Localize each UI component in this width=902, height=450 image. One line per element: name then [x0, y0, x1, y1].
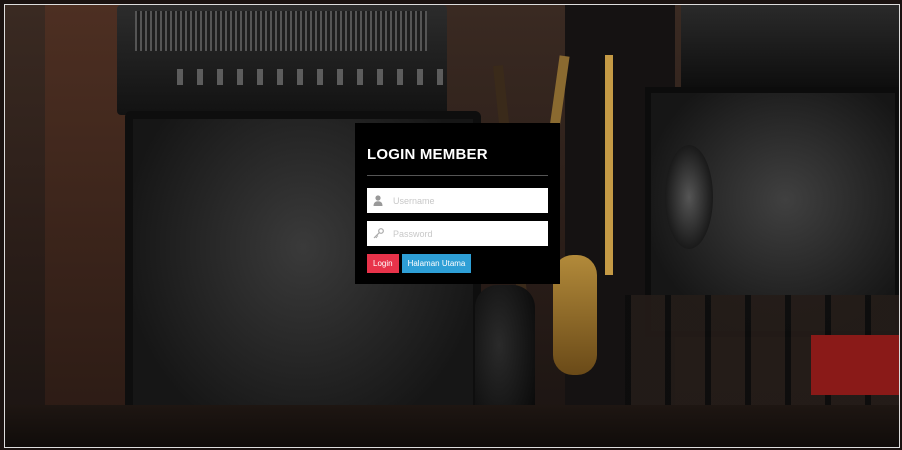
amp-knobs — [177, 69, 447, 85]
username-input[interactable] — [389, 189, 548, 212]
button-row: Login Halaman Utama — [367, 254, 548, 273]
username-field[interactable] — [367, 188, 548, 213]
red-case — [811, 335, 899, 395]
home-button[interactable]: Halaman Utama — [401, 254, 472, 273]
key-icon — [367, 228, 389, 239]
login-button[interactable]: Login — [367, 254, 399, 273]
amplifier-head-right — [681, 5, 899, 87]
speaker-cone — [665, 145, 713, 249]
login-panel: LOGIN MEMBER Login Halaman Utama — [355, 123, 560, 284]
guitar-neck — [605, 55, 613, 275]
password-input[interactable] — [389, 222, 548, 245]
password-field[interactable] — [367, 221, 548, 246]
amp-grill — [135, 11, 427, 51]
user-icon — [367, 195, 389, 206]
floor — [5, 405, 899, 447]
title-divider — [367, 175, 548, 176]
login-title: LOGIN MEMBER — [367, 146, 488, 163]
amplifier-head-left — [117, 5, 447, 115]
